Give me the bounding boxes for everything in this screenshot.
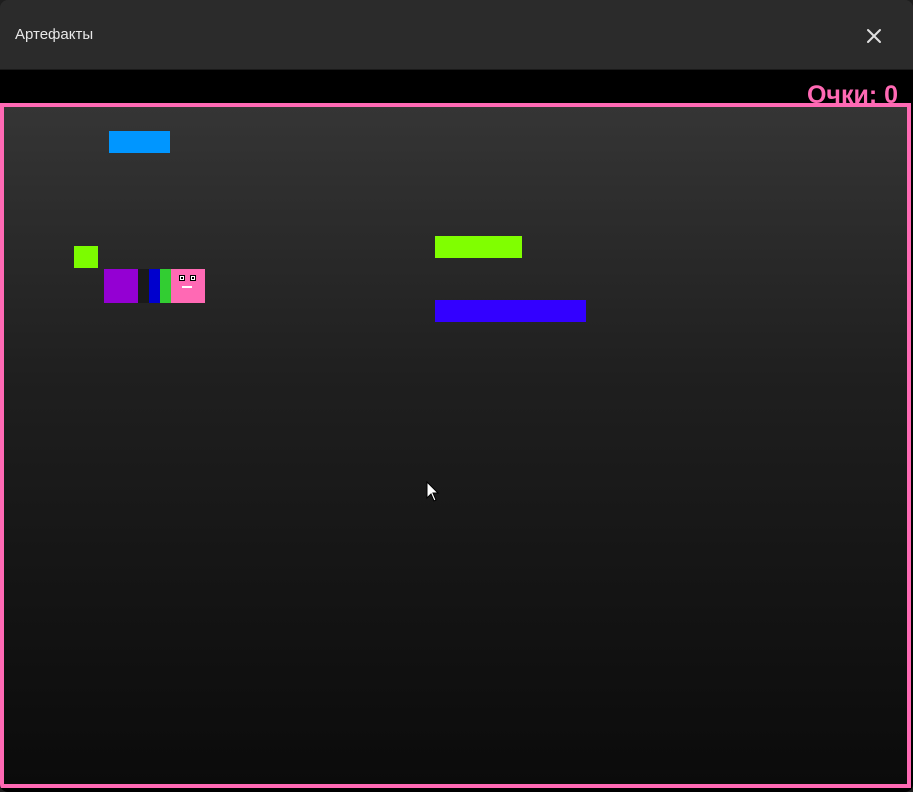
score-display: Очки: 0 [806,81,898,109]
blue-platform [109,131,170,153]
snake-segment [138,269,149,303]
mouse-cursor-icon [426,480,440,508]
title-bar: Артефакты [0,0,913,70]
snake-segment [160,269,171,303]
close-icon [867,29,881,43]
close-button[interactable] [858,20,890,52]
snake-eye [179,275,185,281]
snake-head [171,269,205,303]
window-title: Артефакты [15,26,94,43]
game-window: Артефакты Очки: 0 [0,0,913,792]
game-canvas[interactable] [0,103,911,788]
snake-eye [190,275,196,281]
indigo-platform [435,300,586,322]
snake-mouth [182,286,192,288]
snake-segment [149,269,160,303]
lime-platform [435,236,522,258]
food-item [74,246,98,268]
snake-segment [104,269,138,303]
